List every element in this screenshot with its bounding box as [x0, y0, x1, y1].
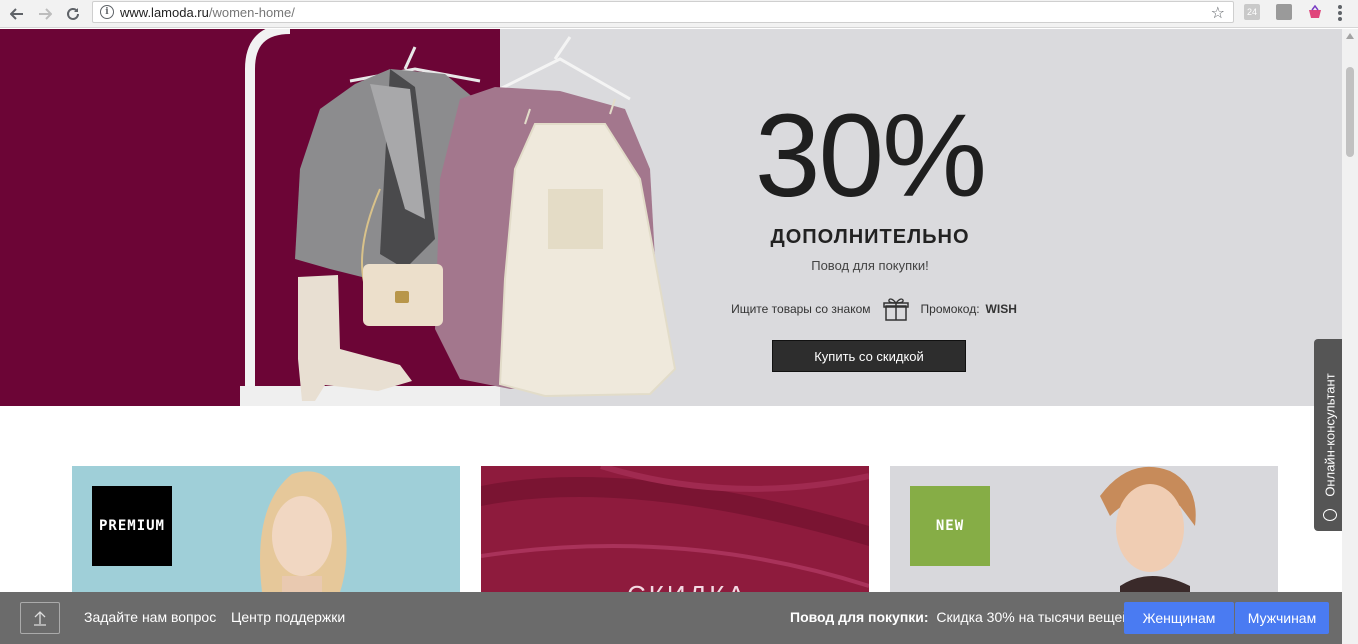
- page-scrollbar[interactable]: [1342, 29, 1358, 644]
- arrow-left-icon: [10, 7, 23, 20]
- buy-with-discount-button[interactable]: Купить со скидкой: [772, 340, 966, 372]
- reload-button[interactable]: [62, 3, 84, 25]
- clothes-rack-image: [240, 29, 677, 406]
- promo-line: Ищите товары со знаком Промокод: WISH: [714, 297, 1034, 321]
- hero-banner[interactable]: 30% ДОПОЛНИТЕЛЬНО Повод для покупки! Ищи…: [0, 29, 1342, 406]
- fabric-texture-image: [481, 466, 869, 588]
- model-photo-premium: [260, 471, 347, 592]
- arrow-up-icon: [34, 611, 46, 626]
- bookmark-star-icon[interactable]: ☆: [1211, 3, 1225, 23]
- chat-bubble-icon: [1323, 509, 1337, 521]
- address-bar[interactable]: i www.lamoda.ru/women-home/ ☆: [92, 1, 1234, 23]
- scroll-to-top-button[interactable]: [20, 602, 60, 634]
- consultant-label: Онлайн-консультант: [1322, 373, 1338, 497]
- back-button[interactable]: [6, 3, 28, 25]
- info-icon[interactable]: i: [100, 5, 114, 19]
- browser-menu-icon[interactable]: [1338, 5, 1342, 21]
- occasion-subline: Повод для покупки!: [811, 258, 929, 273]
- promo-code: WISH: [985, 302, 1017, 316]
- bottom-promo-label: Повод для покупки:: [790, 609, 929, 625]
- bottom-promo-text: Повод для покупки: Скидка 30% на тысячи …: [790, 609, 1130, 625]
- extra-label: ДОПОЛНИТЕЛЬНО: [770, 226, 970, 248]
- hero-promo-block: 30% ДОПОЛНИТЕЛЬНО Повод для покупки! Ищи…: [700, 29, 1040, 406]
- premium-badge: PREMIUM: [92, 486, 172, 566]
- card-sale[interactable]: СКИДКА: [481, 466, 869, 592]
- extension-24-icon[interactable]: 24: [1244, 4, 1260, 20]
- scroll-thumb[interactable]: [1346, 67, 1354, 157]
- basket-extension-icon[interactable]: [1307, 4, 1323, 20]
- women-button[interactable]: Женщинам: [1124, 602, 1234, 634]
- card-new[interactable]: NEW: [890, 466, 1278, 592]
- sale-label: СКИДКА: [627, 580, 748, 592]
- bottom-bar: Задайте нам вопрос Центр поддержки Повод…: [0, 592, 1342, 644]
- discount-headline: 30%: [754, 90, 987, 222]
- men-button[interactable]: Мужчинам: [1235, 602, 1329, 634]
- forward-button[interactable]: [34, 3, 56, 25]
- model-photo-new: [1100, 466, 1196, 592]
- gift-icon: [882, 298, 909, 321]
- bottom-promo-value: Скидка 30% на тысячи вещей: [936, 609, 1131, 625]
- url-text: www.lamoda.ru/women-home/: [120, 4, 295, 20]
- search-hint-text: Ищите товары со знаком: [731, 302, 871, 316]
- scroll-up-arrow-icon[interactable]: [1346, 33, 1354, 39]
- reload-icon: [67, 7, 79, 20]
- ask-question-link[interactable]: Задайте нам вопрос: [84, 609, 216, 625]
- arrow-right-icon: [39, 7, 52, 20]
- support-center-link[interactable]: Центр поддержки: [231, 609, 345, 625]
- card-premium[interactable]: PREMIUM: [72, 466, 460, 592]
- new-badge: NEW: [910, 486, 990, 566]
- promo-label: Промокод:: [920, 302, 980, 316]
- cast-extension-icon[interactable]: [1276, 4, 1292, 20]
- browser-toolbar: i www.lamoda.ru/women-home/ ☆ 24: [0, 0, 1358, 28]
